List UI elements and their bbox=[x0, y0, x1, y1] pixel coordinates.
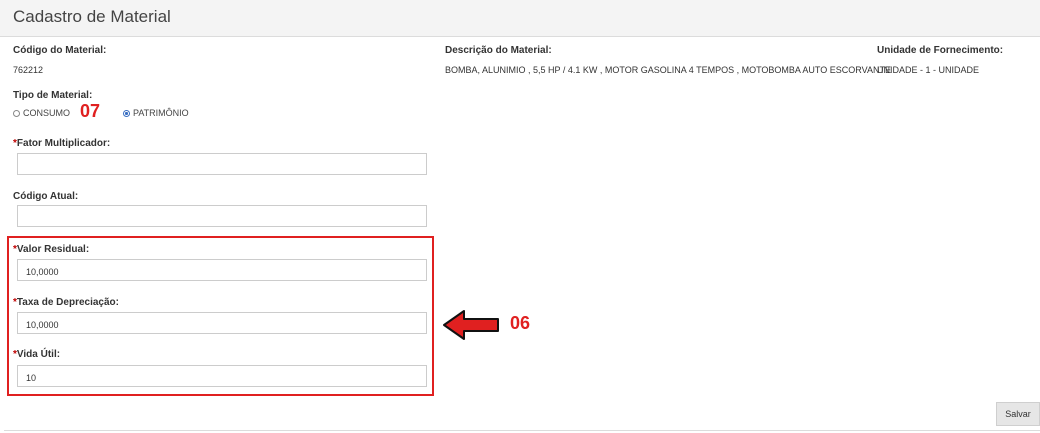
highlight-box bbox=[7, 236, 434, 396]
unidade-fornecimento-value: UNIDADE - 1 - UNIDADE bbox=[877, 65, 980, 75]
radio-consumo-label: CONSUMO bbox=[23, 108, 70, 118]
codigo-material-value: 762212 bbox=[13, 65, 44, 75]
descricao-material-value: BOMBA, ALUNIMIO , 5,5 HP / 4.1 KW , MOTO… bbox=[445, 65, 891, 75]
codigo-atual-label: Código Atual: bbox=[13, 191, 79, 202]
annotation-07: 07 bbox=[80, 101, 101, 121]
fator-multiplicador-input[interactable] bbox=[17, 153, 427, 175]
page-title: Cadastro de Material bbox=[13, 7, 171, 26]
unidade-fornecimento-label: Unidade de Fornecimento: bbox=[877, 45, 1004, 56]
fator-multiplicador-label: *Fator Multiplicador: bbox=[13, 138, 111, 149]
tipo-material-label: Tipo de Material: bbox=[13, 90, 93, 101]
page-header: Cadastro de Material bbox=[0, 0, 1040, 37]
radio-patrimonio[interactable]: PATRIMÔNIO bbox=[123, 108, 189, 118]
descricao-material-label: Descrição do Material: bbox=[445, 45, 552, 56]
save-button[interactable]: Salvar bbox=[996, 402, 1040, 426]
radio-patrimonio-circle[interactable] bbox=[123, 109, 130, 117]
codigo-atual-input[interactable] bbox=[17, 205, 427, 227]
radio-consumo[interactable]: CONSUMO bbox=[13, 108, 70, 118]
radio-patrimonio-label: PATRIMÔNIO bbox=[133, 108, 189, 118]
annotation-arrow-icon bbox=[443, 310, 499, 340]
codigo-material-label: Código do Material: bbox=[13, 45, 107, 56]
radio-consumo-circle[interactable] bbox=[13, 109, 20, 117]
annotation-06: 06 bbox=[510, 313, 531, 333]
